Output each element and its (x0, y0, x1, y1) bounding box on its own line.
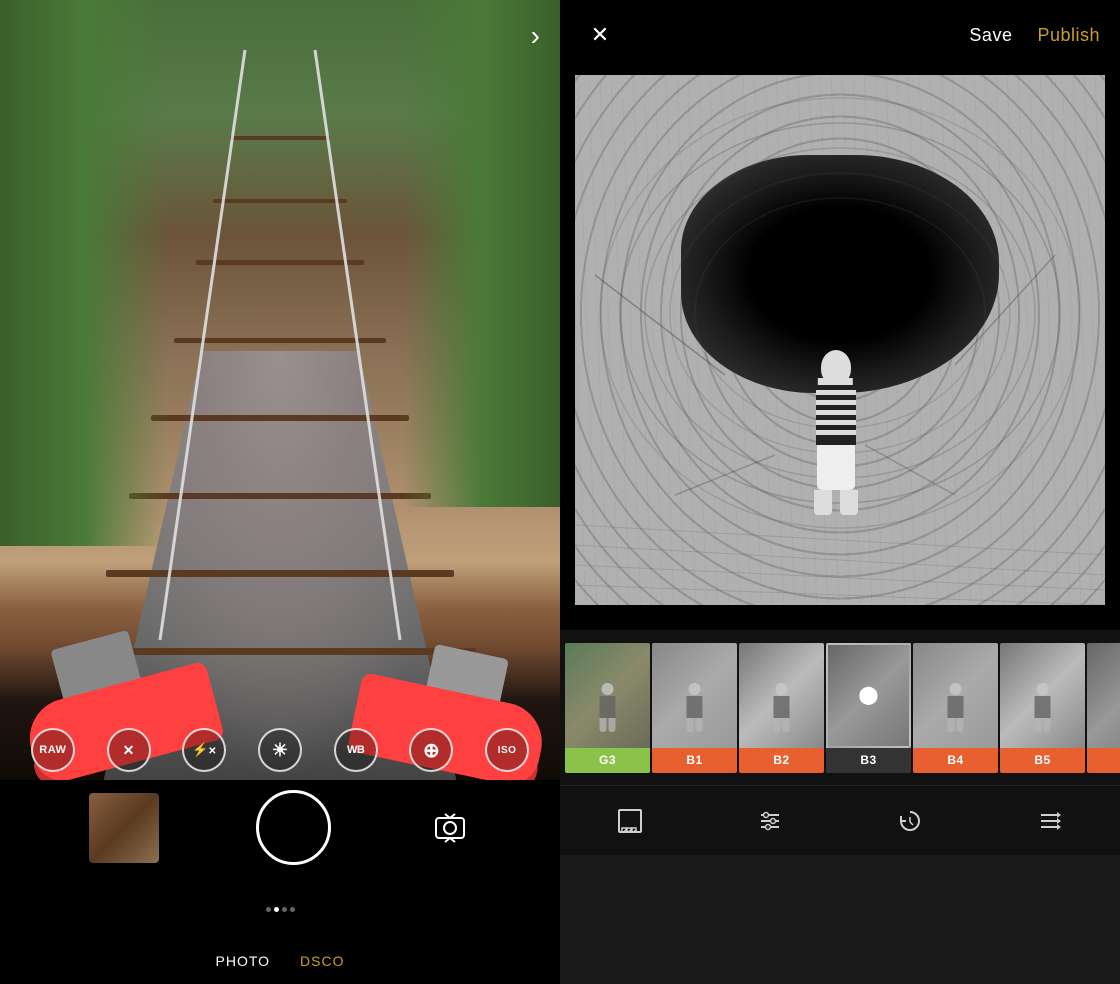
filter-b4[interactable]: B4 (913, 643, 998, 773)
filter-g3-thumb (565, 643, 650, 748)
frame-tool-button[interactable] (617, 808, 643, 834)
mode-indicator (266, 907, 295, 912)
filter-b3-label: B3 (826, 748, 911, 773)
flash-toggle[interactable]: ⚡✕ (182, 728, 226, 772)
filter-thumb-child (682, 683, 707, 738)
filter-b5-label: B5 (1000, 748, 1085, 773)
filter-b5[interactable]: B5 (1000, 643, 1085, 773)
shirt-stripe (816, 430, 856, 435)
mode-dot-1 (266, 907, 271, 912)
presets-tool-button[interactable] (1037, 808, 1063, 834)
filter-b3-thumb: ⬤ (826, 643, 911, 748)
history-tool-button[interactable] (897, 808, 923, 834)
child-body (816, 385, 856, 445)
filter-b6-label: B6 (1087, 748, 1120, 773)
filter-b2-label: B2 (739, 748, 824, 773)
camera-viewfinder: › (0, 0, 560, 780)
shirt-stripe (816, 390, 856, 395)
iso-button[interactable]: ISO (485, 728, 529, 772)
selected-filter-icon: ⬤ (858, 685, 878, 706)
adjustments-tool-button[interactable] (757, 808, 783, 834)
frame-icon (617, 808, 643, 834)
dsco-mode-button[interactable]: DSCO (300, 953, 344, 969)
exposure-compensation[interactable]: ⊕ (409, 728, 453, 772)
filter-b4-thumb (913, 643, 998, 748)
filter-b3[interactable]: ⬤ B3 (826, 643, 911, 773)
mode-dot-3 (282, 907, 287, 912)
camera-panel: › (0, 0, 560, 984)
stump-background (575, 75, 1105, 605)
filter-thumb-child (943, 683, 968, 738)
filter-strip-area: G3 B1 (560, 630, 1120, 785)
shirt-stripe (816, 400, 856, 405)
mode-dot-4 (290, 907, 295, 912)
child-figure (796, 350, 876, 510)
filter-b2-thumb (739, 643, 824, 748)
filter-strip: G3 B1 (560, 638, 1120, 778)
filter-thumb-child (769, 683, 794, 738)
camera-bottom-bar: PHOTO DSCO (0, 780, 560, 984)
camera-controls-bar: RAW ✕ ⚡✕ ☀ WB ⊕ ISO (0, 728, 560, 772)
editor-panel: ✕ Save Publish (560, 0, 1120, 984)
main-photo-area (560, 70, 1120, 610)
camera-modes: PHOTO DSCO (216, 953, 345, 969)
filter-b1-thumb (652, 643, 737, 748)
track-scene (0, 0, 560, 780)
edited-photo (575, 75, 1105, 605)
cancel-button[interactable]: ✕ (107, 728, 151, 772)
photo-mode-button[interactable]: PHOTO (216, 953, 271, 969)
thumbnail-image (89, 793, 159, 863)
editor-toolbar (560, 785, 1120, 855)
publish-button[interactable]: Publish (1037, 25, 1100, 46)
child-pants (817, 445, 855, 490)
filter-thumb-child (1030, 683, 1055, 738)
filter-b6[interactable]: B6 (1087, 643, 1120, 773)
photo-spacer (560, 610, 1120, 630)
grain-svg (575, 75, 1105, 605)
filter-g3[interactable]: G3 (565, 643, 650, 773)
editor-header: ✕ Save Publish (560, 0, 1120, 70)
rail-lines (0, 0, 560, 780)
next-chevron[interactable]: › (531, 20, 540, 52)
filter-b4-label: B4 (913, 748, 998, 773)
shutter-button[interactable] (256, 790, 331, 865)
photo-thumbnail[interactable] (89, 793, 159, 863)
filter-b1[interactable]: B1 (652, 643, 737, 773)
filter-b5-thumb (1000, 643, 1085, 748)
child-leg-left (814, 490, 832, 515)
mode-dot-2 (274, 907, 279, 912)
filter-b2[interactable]: B2 (739, 643, 824, 773)
save-button[interactable]: Save (969, 25, 1012, 46)
filter-g3-label: G3 (565, 748, 650, 773)
filter-strip-wrapper: G3 B1 (560, 638, 1120, 778)
exposure-button[interactable]: ☀ (258, 728, 302, 772)
flip-camera-button[interactable] (428, 806, 472, 850)
shirt-stripe (816, 410, 856, 415)
filter-thumb-child (595, 683, 620, 738)
filter-b6-thumb (1087, 643, 1120, 748)
filter-b1-label: B1 (652, 748, 737, 773)
close-button[interactable]: ✕ (580, 15, 620, 55)
flip-camera-icon (432, 810, 468, 846)
child-leg-right (840, 490, 858, 515)
raw-toggle[interactable]: RAW (31, 728, 75, 772)
camera-bottom-controls (0, 790, 560, 865)
header-actions: Save Publish (969, 25, 1100, 46)
shirt-stripe (816, 420, 856, 425)
sliders-icon (757, 808, 783, 834)
white-balance-button[interactable]: WB (334, 728, 378, 772)
presets-icon (1037, 808, 1063, 834)
history-icon (897, 808, 923, 834)
